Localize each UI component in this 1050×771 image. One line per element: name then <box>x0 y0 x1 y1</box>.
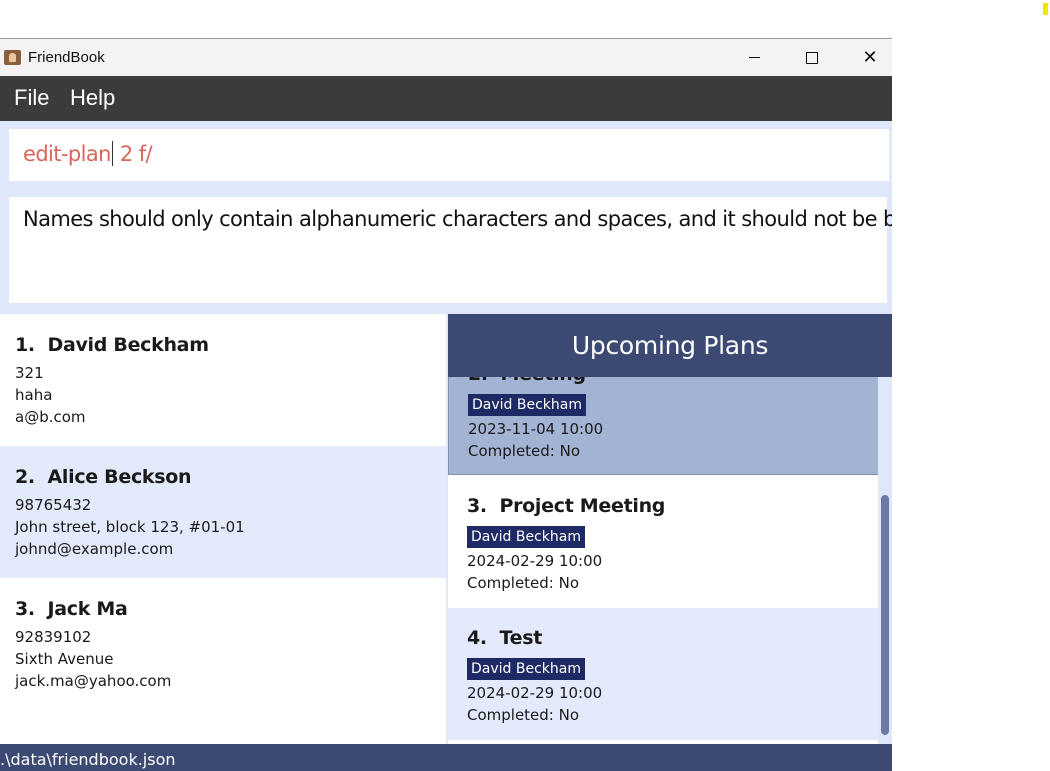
command-text-after-caret: 2 f/ <box>113 142 153 166</box>
plan-name: 4. Test <box>467 627 542 649</box>
maximize-button[interactable] <box>783 39 841 76</box>
plan-list-panel: Upcoming Plans 2. Meeting David Beckham … <box>448 314 892 744</box>
person-card[interactable]: 3. Jack Ma 92839102 Sixth Avenue jack.ma… <box>0 578 446 710</box>
save-file-path: .\data\friendbook.json <box>0 750 176 769</box>
plans-header: Upcoming Plans <box>448 314 892 377</box>
close-icon: ✕ <box>862 46 878 68</box>
minimize-icon <box>748 57 760 58</box>
title-bar: FriendBook ✕ <box>0 39 892 76</box>
person-name: 1. David Beckham <box>15 334 209 356</box>
command-text-before-caret: edit-plan <box>23 142 111 166</box>
command-box[interactable]: edit-plan 2 f/ <box>8 128 890 182</box>
friend-tag: David Beckham <box>468 394 586 416</box>
person-email: johnd@example.com <box>15 540 174 558</box>
plan-name: 2. Meeting <box>468 377 586 385</box>
menu-help[interactable]: Help <box>70 85 115 111</box>
window-title: FriendBook <box>28 49 105 66</box>
taskbar-indicator <box>1043 3 1048 15</box>
person-address: Sixth Avenue <box>15 650 114 668</box>
plan-scrollbar-thumb[interactable] <box>881 495 889 735</box>
menu-bar: File Help <box>0 76 892 121</box>
person-email: jack.ma@yahoo.com <box>15 672 172 690</box>
plan-datetime: 2024-02-29 10:00 <box>467 684 603 702</box>
person-phone: 98765432 <box>15 496 92 514</box>
person-address: haha <box>15 386 53 404</box>
person-card[interactable]: 2. Alice Beckson 98765432 John street, b… <box>0 446 446 578</box>
result-message: Names should only contain alphanumeric c… <box>23 207 892 231</box>
plan-list[interactable]: 2. Meeting David Beckham 2023-11-04 10:0… <box>448 377 878 744</box>
result-display: Names should only contain alphanumeric c… <box>8 196 892 304</box>
friendbook-app-icon <box>4 50 21 65</box>
plan-card[interactable]: 4. Test David Beckham 2024-02-29 10:00 C… <box>448 608 878 740</box>
person-card[interactable]: 1. David Beckham 321 haha a@b.com <box>0 314 446 446</box>
person-email: a@b.com <box>15 408 86 426</box>
maximize-icon <box>806 51 818 64</box>
close-button[interactable]: ✕ <box>841 39 892 76</box>
plan-datetime: 2023-11-04 10:00 <box>468 420 604 438</box>
person-address: John street, block 123, #01-01 <box>15 518 245 536</box>
friend-tag: David Beckham <box>467 658 585 680</box>
plan-scrollbar[interactable] <box>878 377 892 744</box>
person-list-panel[interactable]: 1. David Beckham 321 haha a@b.com 2. Ali… <box>0 314 446 744</box>
plan-card[interactable]: 2. Meeting David Beckham 2023-11-04 10:0… <box>448 377 878 475</box>
plan-name: 3. Project Meeting <box>467 495 666 517</box>
status-bar: .\data\friendbook.json <box>0 744 892 771</box>
command-input[interactable]: edit-plan 2 f/ <box>23 141 153 166</box>
plan-completed: Completed: No <box>468 442 581 460</box>
person-name: 3. Jack Ma <box>15 598 128 620</box>
person-phone: 92839102 <box>15 628 92 646</box>
text-caret <box>111 141 113 166</box>
person-phone: 321 <box>15 364 44 382</box>
person-name: 2. Alice Beckson <box>15 466 192 488</box>
app-window: FriendBook ✕ File Help edit-plan 2 f/ Na… <box>0 38 892 771</box>
plan-card[interactable]: 3. Project Meeting David Beckham 2024-02… <box>448 476 878 608</box>
plan-completed: Completed: No <box>467 574 580 592</box>
friend-tag: David Beckham <box>467 526 585 548</box>
plan-completed: Completed: No <box>467 706 580 724</box>
menu-file[interactable]: File <box>14 85 49 111</box>
minimize-button[interactable] <box>725 39 783 76</box>
plan-datetime: 2024-02-29 10:00 <box>467 552 603 570</box>
